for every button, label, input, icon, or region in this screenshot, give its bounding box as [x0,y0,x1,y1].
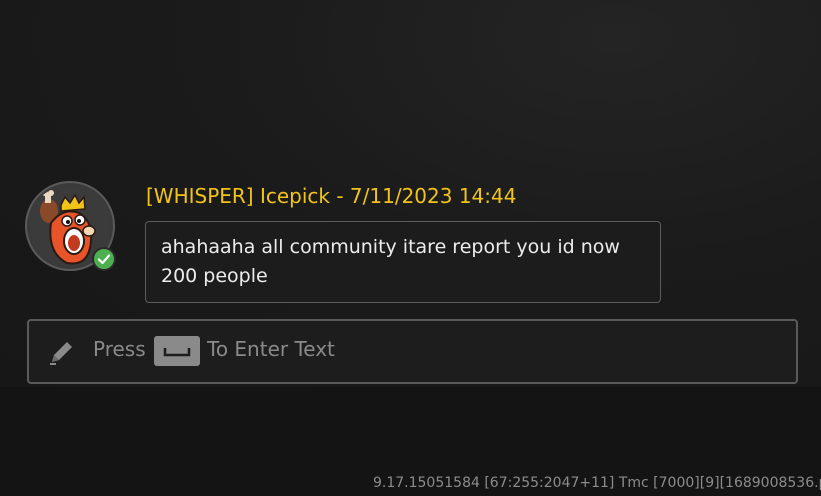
verified-check-icon [92,247,116,271]
spacebar-key-icon [154,336,200,366]
message-text: ahahaaha all community itare report you … [161,236,620,287]
message-bubble: ahahaaha all community itare report you … [145,221,661,303]
message-header: [WHISPER] Icepick - 7/11/2023 14:44 [146,184,517,208]
chat-input[interactable]: Press To Enter Text [27,319,798,384]
pencil-icon [46,338,76,372]
debug-info: 9.17.15051584 [67:255:2047+11] Tmc [7000… [373,475,821,491]
input-prompt-suffix: To Enter Text [207,337,335,361]
input-prompt-prefix: Press [93,337,146,361]
